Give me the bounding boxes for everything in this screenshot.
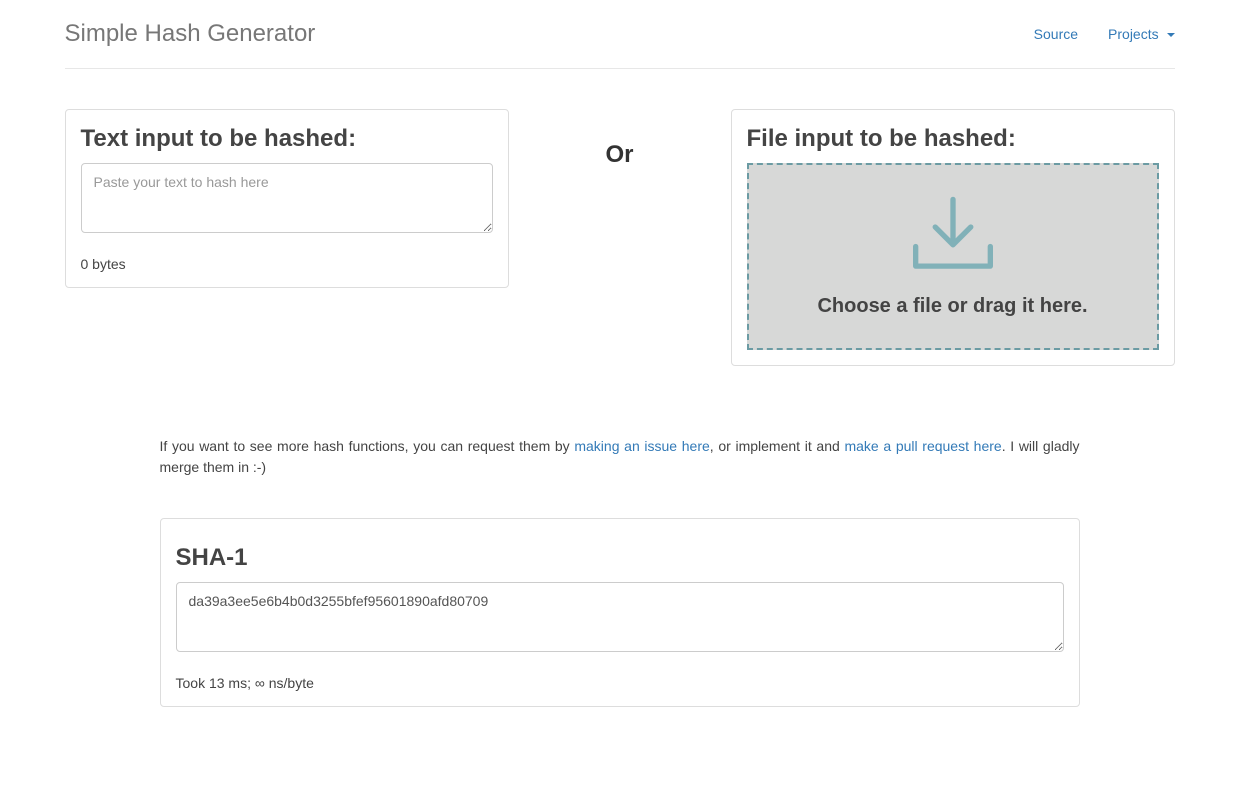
issue-link[interactable]: making an issue here — [574, 438, 709, 454]
file-input-panel: File input to be hashed: Choose a file o… — [731, 109, 1175, 366]
download-icon — [908, 195, 998, 275]
dropzone-text: Choose a file or drag it here. — [769, 295, 1137, 318]
pr-link[interactable]: make a pull request here — [844, 438, 1001, 454]
info-prefix: If you want to see more hash functions, … — [160, 438, 575, 454]
result-panel: SHA-1 Took 13 ms; ∞ ns/byte — [160, 518, 1080, 707]
page-title: Simple Hash Generator — [65, 20, 316, 48]
nav-source-link[interactable]: Source — [1034, 26, 1078, 42]
text-input[interactable] — [81, 163, 493, 233]
info-paragraph: If you want to see more hash functions, … — [160, 436, 1080, 478]
hash-output[interactable] — [176, 582, 1064, 652]
file-input-heading: File input to be hashed: — [747, 125, 1159, 153]
or-separator: Or — [509, 109, 731, 169]
text-input-panel: Text input to be hashed: 0 bytes — [65, 109, 509, 288]
timing-label: Took 13 ms; ∞ ns/byte — [176, 675, 1064, 691]
nav-projects-dropdown[interactable]: Projects — [1108, 26, 1174, 42]
algo-name: SHA-1 — [176, 544, 1064, 572]
file-dropzone[interactable]: Choose a file or drag it here. — [747, 163, 1159, 350]
nav-projects-label: Projects — [1108, 26, 1159, 42]
bytes-count-label: 0 bytes — [81, 256, 493, 272]
text-input-heading: Text input to be hashed: — [81, 125, 493, 153]
nav-links: Source Projects — [1034, 26, 1175, 42]
info-mid: , or implement it and — [710, 438, 845, 454]
